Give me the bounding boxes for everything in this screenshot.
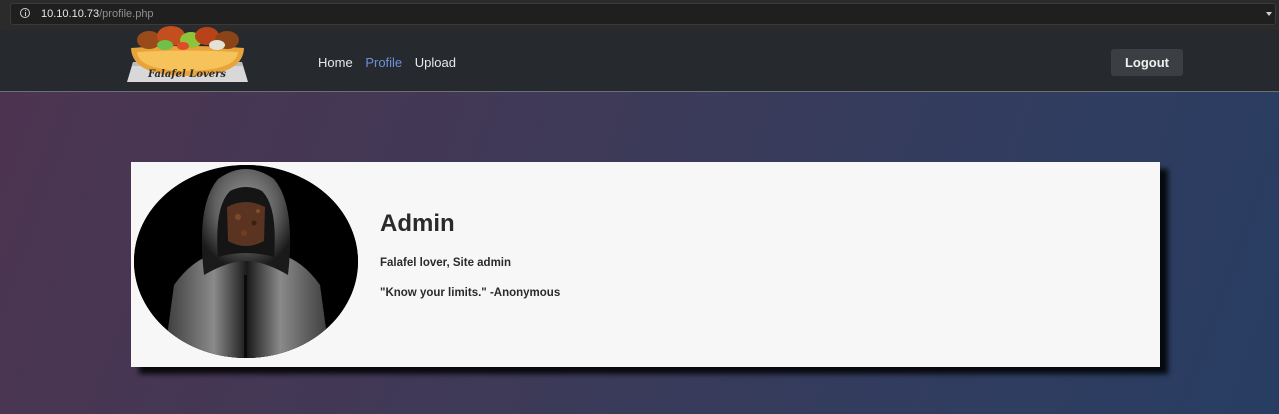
profile-quote: "Know your limits." -Anonymous xyxy=(380,287,561,299)
nav-links: Home Profile Upload xyxy=(318,55,465,71)
url-host: 10.10.10.73 xyxy=(41,8,100,20)
avatar xyxy=(134,165,358,358)
nav-link-upload[interactable]: Upload xyxy=(415,55,456,71)
nav-link-profile[interactable]: Profile xyxy=(365,55,402,71)
nav-link-home[interactable]: Home xyxy=(318,55,353,71)
profile-name: Admin xyxy=(380,210,455,237)
url-path: /profile.php xyxy=(99,8,154,20)
url-text[interactable]: 10.10.10.73/profile.php xyxy=(41,7,154,21)
logo-text: Falafel Lovers xyxy=(147,69,226,80)
address-bar[interactable]: 10.10.10.73/profile.php xyxy=(10,3,1276,25)
profile-card: Admin Falafel lover, Site admin "Know yo… xyxy=(131,162,1160,367)
falafel-lovers-logo[interactable]: Falafel Lovers xyxy=(125,24,250,84)
hooded-figure-avatar xyxy=(134,165,358,358)
logout-button[interactable]: Logout xyxy=(1111,49,1183,76)
chevron-down-icon[interactable] xyxy=(1266,12,1272,16)
info-icon[interactable] xyxy=(20,8,30,18)
profile-role: Falafel lover, Site admin xyxy=(380,257,512,269)
